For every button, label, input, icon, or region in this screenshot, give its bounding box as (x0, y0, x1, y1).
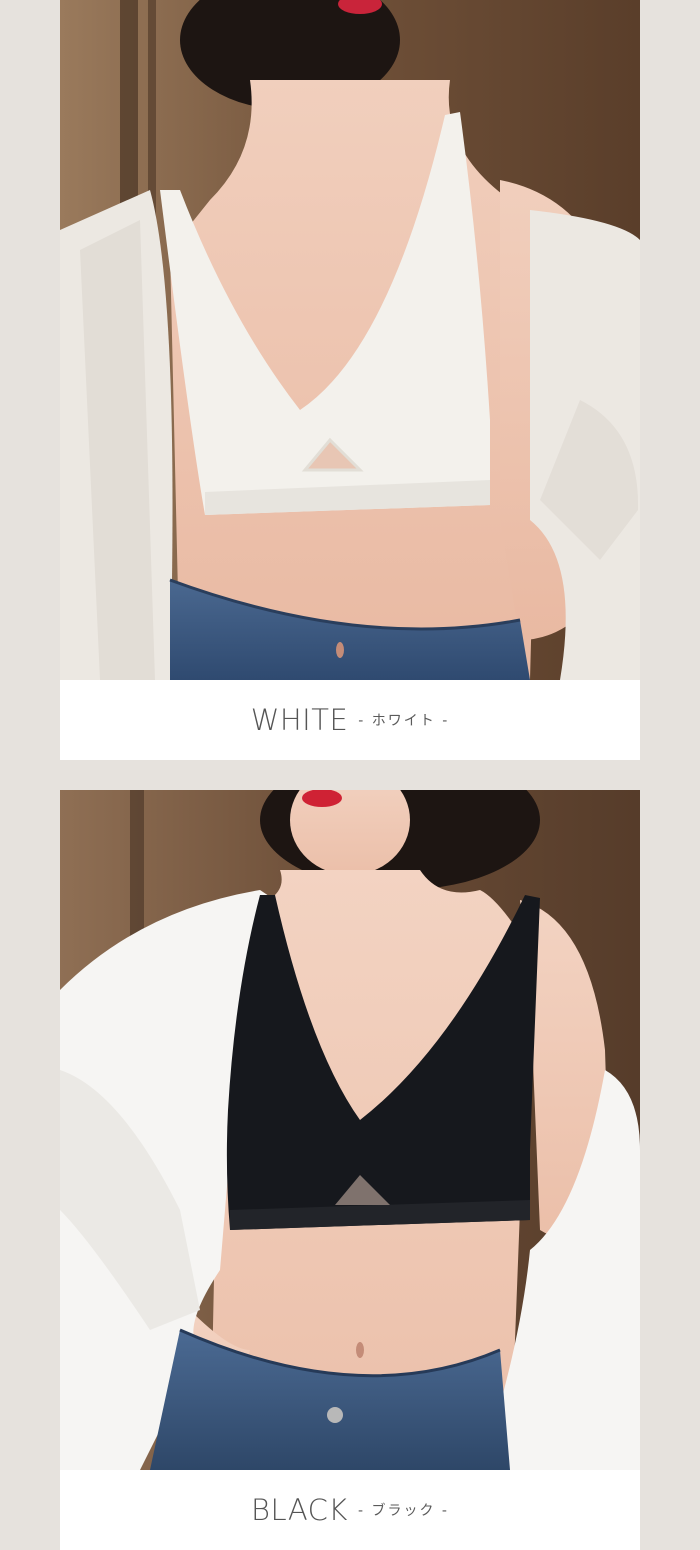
product-photo-white (60, 0, 640, 680)
color-caption-black: BLACK - ブラック - (60, 1470, 640, 1550)
color-name-jp: - ブラック - (357, 1503, 449, 1519)
color-name-jp: - ホワイト - (358, 713, 450, 729)
color-name: BLACK (251, 1493, 348, 1527)
product-card-white: WHITE - ホワイト - (60, 0, 640, 760)
product-card-black: BLACK - ブラック - (60, 790, 640, 1550)
color-caption-white: WHITE - ホワイト - (60, 680, 640, 760)
product-photo-black (60, 790, 640, 1470)
color-name: WHITE (250, 703, 349, 737)
